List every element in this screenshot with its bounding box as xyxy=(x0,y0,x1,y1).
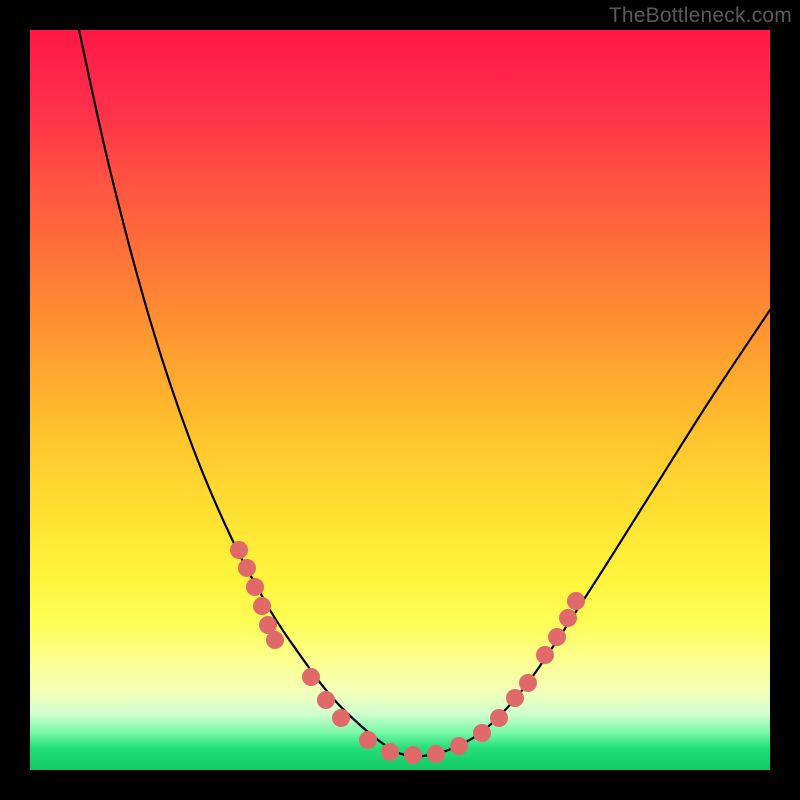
data-point xyxy=(253,597,271,615)
data-point xyxy=(302,668,320,686)
data-point xyxy=(246,578,264,596)
marker-group xyxy=(230,541,585,764)
bottleneck-curve xyxy=(79,30,770,756)
data-point xyxy=(266,631,284,649)
data-point xyxy=(567,592,585,610)
data-point xyxy=(404,746,422,764)
data-point xyxy=(332,709,350,727)
data-point xyxy=(317,691,335,709)
data-point xyxy=(490,709,508,727)
chart-frame: TheBottleneck.com xyxy=(0,0,800,800)
plot-area xyxy=(30,30,770,770)
data-point xyxy=(473,724,491,742)
data-point xyxy=(381,743,399,761)
data-point xyxy=(506,689,524,707)
data-point xyxy=(548,628,566,646)
chart-svg xyxy=(30,30,770,770)
data-point xyxy=(536,646,554,664)
data-point xyxy=(559,609,577,627)
data-point xyxy=(427,745,445,763)
data-point xyxy=(238,559,256,577)
data-point xyxy=(450,737,468,755)
watermark-text: TheBottleneck.com xyxy=(609,4,792,28)
data-point xyxy=(359,731,377,749)
data-point xyxy=(519,674,537,692)
data-point xyxy=(230,541,248,559)
